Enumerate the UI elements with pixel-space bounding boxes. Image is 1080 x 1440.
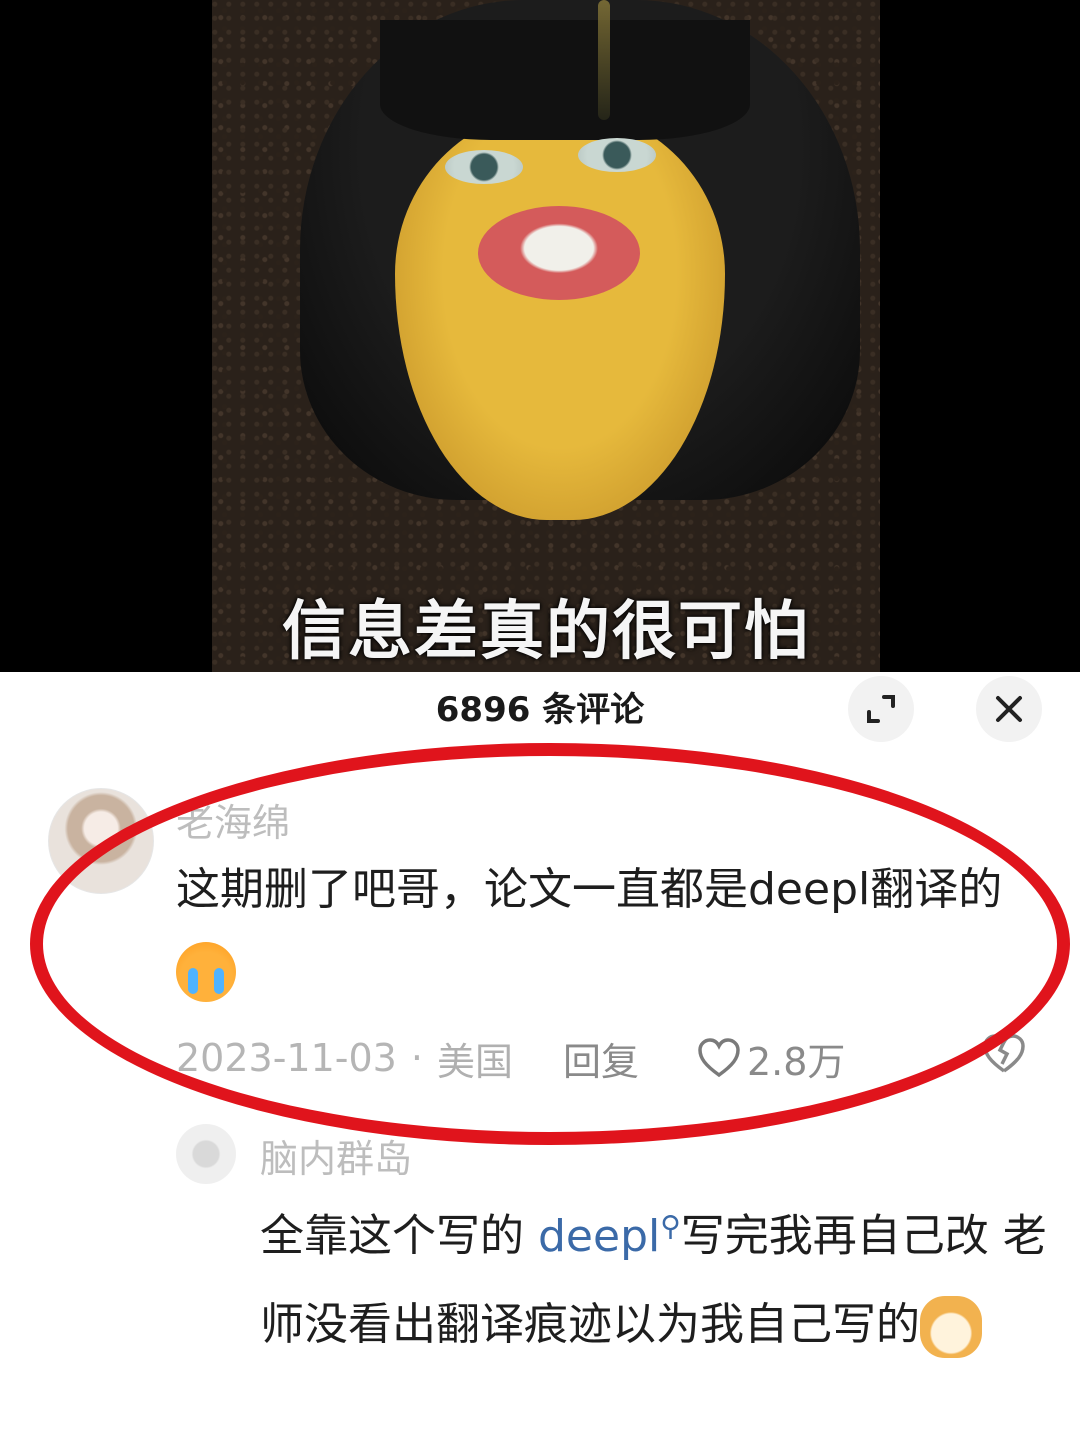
comment-text: 全靠这个写的 deepl⚲写完我再自己改 老师没看出翻译痕迹以为我自己写的 <box>260 1182 1050 1369</box>
comments-count-title: 6896 条评论 <box>435 690 645 730</box>
comment-body: 这期删了吧哥，论文一直都是deepl翻译的 <box>176 864 1003 915</box>
heart-icon <box>698 1038 740 1078</box>
comment-username[interactable]: 老海绵 <box>176 792 290 847</box>
crying-face-icon <box>176 942 236 1002</box>
right-eye-graphic <box>578 138 656 172</box>
meta-separator: · <box>410 1036 423 1080</box>
dislike-button[interactable] <box>982 1034 1026 1083</box>
search-link-text: deepl <box>538 1210 661 1262</box>
avatar[interactable] <box>176 1124 236 1184</box>
dog-face-icon <box>920 1295 982 1358</box>
left-eye-graphic <box>445 150 523 184</box>
comment-username[interactable]: 脑内群岛 <box>260 1128 412 1183</box>
avatar[interactable] <box>48 788 154 894</box>
expand-button[interactable] <box>848 676 914 742</box>
hair-streak-graphic <box>598 0 610 120</box>
expand-icon <box>867 695 895 723</box>
comment-text: 这期删了吧哥，论文一直都是deepl翻译的 <box>176 850 1036 1010</box>
like-count: 2.8万 <box>746 1039 846 1084</box>
video-caption: 信息差真的很可怕 <box>282 595 810 669</box>
reply-button[interactable]: 回复 <box>563 1031 639 1086</box>
bangs-graphic <box>380 20 750 140</box>
like-button[interactable]: 2.8万 <box>697 1031 845 1086</box>
close-icon <box>996 696 1022 722</box>
comment-date: 2023-11-03 <box>176 1036 397 1080</box>
comment-meta: 2023-11-03 · 美国 回复 2.8万 <box>176 1028 1036 1088</box>
comment-location: 美国 <box>436 1039 513 1084</box>
close-button[interactable] <box>976 676 1042 742</box>
search-link[interactable]: deepl⚲ <box>538 1209 681 1262</box>
broken-heart-icon <box>983 1034 1025 1073</box>
mouth-graphic <box>478 206 640 300</box>
comments-panel: 6896 条评论 老海绵 这期删了吧哥，论文一直都是deepl翻译的 2023-… <box>0 672 1080 1440</box>
video-player[interactable]: 信息差真的很可怕 <box>0 0 1080 672</box>
search-icon: ⚲ <box>660 1209 681 1242</box>
comment-body-start: 全靠这个写的 <box>260 1210 538 1262</box>
